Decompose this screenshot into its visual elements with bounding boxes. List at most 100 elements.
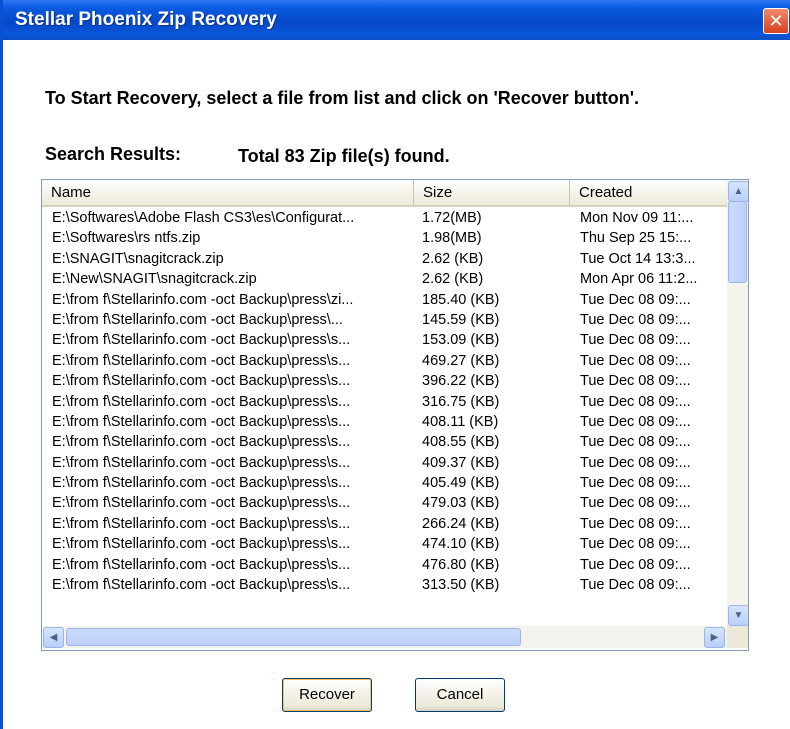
table-row[interactable]: E:\from f\Stellarinfo.com -oct Backup\pr… xyxy=(42,575,745,595)
column-header-created[interactable]: Created xyxy=(570,180,728,205)
cell-name: E:\from f\Stellarinfo.com -oct Backup\pr… xyxy=(52,515,351,532)
cell-created: Tue Dec 08 09:... xyxy=(580,577,691,594)
cell-created: Mon Nov 09 11:... xyxy=(580,210,694,226)
search-results-count: Total 83 Zip file(s) found. xyxy=(238,146,450,166)
cell-name: E:\from f\Stellarinfo.com -oct Backup\pr… xyxy=(52,291,354,308)
list-rows: E:\Softwares\Adobe Flash CS3\es\Configur… xyxy=(42,208,745,595)
cell-name: E:\from f\Stellarinfo.com -oct Backup\pr… xyxy=(52,332,351,349)
cell-size: 185.40 (KB) xyxy=(422,291,500,308)
cell-size: 1.98(MB) xyxy=(422,230,482,247)
table-row[interactable]: E:\from f\Stellarinfo.com -oct Backup\pr… xyxy=(42,473,745,493)
scroll-left-button[interactable]: ◀ xyxy=(43,627,64,648)
cell-name: E:\from f\Stellarinfo.com -oct Backup\pr… xyxy=(52,373,351,390)
vertical-scroll-thumb[interactable] xyxy=(728,201,747,283)
cell-size: 2.62 (KB) xyxy=(422,271,484,288)
cell-created: Tue Oct 14 13:3... xyxy=(580,250,696,267)
cell-name: E:\Softwares\rs ntfs.zip xyxy=(52,230,201,247)
window-title: Stellar Phoenix Zip Recovery xyxy=(15,9,277,30)
column-header-size[interactable]: Size xyxy=(414,180,570,205)
table-row[interactable]: E:\Softwares\Adobe Flash CS3\es\Configur… xyxy=(42,208,745,228)
cell-created: Tue Dec 08 09:... xyxy=(580,413,691,430)
table-row[interactable]: E:\from f\Stellarinfo.com -oct Backup\pr… xyxy=(42,412,745,432)
cell-name: E:\from f\Stellarinfo.com -oct Backup\pr… xyxy=(52,577,351,594)
cancel-button[interactable]: Cancel xyxy=(415,678,505,712)
chevron-right-icon: ▶ xyxy=(710,632,719,643)
cell-created: Tue Dec 08 09:... xyxy=(580,291,691,308)
cell-name: E:\from f\Stellarinfo.com -oct Backup\pr… xyxy=(52,495,351,512)
close-icon: ✕ xyxy=(768,11,784,31)
table-row[interactable]: E:\from f\Stellarinfo.com -oct Backup\pr… xyxy=(42,555,745,575)
table-row[interactable]: E:\from f\Stellarinfo.com -oct Backup\pr… xyxy=(42,493,745,513)
table-row[interactable]: E:\from f\Stellarinfo.com -oct Backup\pr… xyxy=(42,453,745,473)
table-row[interactable]: E:\from f\Stellarinfo.com -oct Backup\pr… xyxy=(42,371,745,391)
scroll-up-button[interactable]: ▲ xyxy=(728,181,748,202)
cell-name: E:\Softwares\Adobe Flash CS3\es\Configur… xyxy=(52,210,355,226)
cell-size: 153.09 (KB) xyxy=(422,332,500,349)
cell-created: Tue Dec 08 09:... xyxy=(580,475,691,492)
table-row[interactable]: E:\from f\Stellarinfo.com -oct Backup\pr… xyxy=(42,534,745,554)
scroll-right-button[interactable]: ▶ xyxy=(704,627,725,648)
table-row[interactable]: E:\from f\Stellarinfo.com -oct Backup\pr… xyxy=(42,514,745,534)
cell-name: E:\from f\Stellarinfo.com -oct Backup\pr… xyxy=(52,475,351,492)
results-list[interactable]: Name Size Created A E:\Softwares\Adobe F… xyxy=(41,179,749,651)
cell-name: E:\from f\Stellarinfo.com -oct Backup\pr… xyxy=(52,536,351,553)
cell-size: 408.11 (KB) xyxy=(422,413,499,430)
dialog-window: Stellar Phoenix Zip Recovery ✕ To Start … xyxy=(0,0,790,729)
table-row[interactable]: E:\from f\Stellarinfo.com -oct Backup\pr… xyxy=(42,351,745,371)
cell-size: 476.80 (KB) xyxy=(422,556,500,573)
table-row[interactable]: E:\from f\Stellarinfo.com -oct Backup\pr… xyxy=(42,290,745,310)
cell-name: E:\from f\Stellarinfo.com -oct Backup\pr… xyxy=(52,393,351,410)
cell-created: Tue Dec 08 09:... xyxy=(580,556,691,573)
cell-size: 405.49 (KB) xyxy=(422,475,500,492)
cell-name: E:\from f\Stellarinfo.com -oct Backup\pr… xyxy=(52,352,351,369)
cell-size: 316.75 (KB) xyxy=(422,393,500,410)
cell-size: 469.27 (KB) xyxy=(422,352,500,369)
cell-created: Tue Dec 08 09:... xyxy=(580,311,691,328)
cell-created: Tue Dec 08 09:... xyxy=(580,454,691,471)
cell-name: E:\from f\Stellarinfo.com -oct Backup\pr… xyxy=(52,413,351,430)
cell-size: 313.50 (KB) xyxy=(422,577,500,594)
chevron-up-icon: ▲ xyxy=(733,186,744,197)
cell-created: Tue Dec 08 09:... xyxy=(580,515,691,532)
list-header: Name Size Created A xyxy=(42,180,742,207)
scrollbar-corner xyxy=(727,626,748,648)
cell-name: E:\New\SNAGIT\snagitcrack.zip xyxy=(52,271,257,288)
cell-name: E:\from f\Stellarinfo.com -oct Backup\pr… xyxy=(52,434,351,451)
scroll-down-button[interactable]: ▼ xyxy=(728,605,748,626)
cell-created: Tue Dec 08 09:... xyxy=(580,536,691,553)
cell-size: 145.59 (KB) xyxy=(422,311,500,328)
table-row[interactable]: E:\Softwares\rs ntfs.zip 1.98(MB) Thu Sep … xyxy=(42,228,745,248)
title-bar[interactable]: Stellar Phoenix Zip Recovery ✕ xyxy=(3,0,790,40)
cell-size: 1.72(MB) xyxy=(422,210,482,226)
cell-created: Tue Dec 08 09:... xyxy=(580,373,691,390)
cell-size: 266.24 (KB) xyxy=(422,515,500,532)
table-row[interactable]: E:\SNAGIT\snagitcrack.zip 2.62 (KB) Tue Oc… xyxy=(42,249,745,269)
cell-created: Mon Apr 06 11:2... xyxy=(580,271,698,288)
cell-created: Tue Dec 08 09:... xyxy=(580,495,691,512)
cell-created: Tue Dec 08 09:... xyxy=(580,434,691,451)
cell-created: Tue Dec 08 09:... xyxy=(580,393,691,410)
cell-size: 396.22 (KB) xyxy=(422,373,500,390)
chevron-down-icon: ▼ xyxy=(733,610,744,621)
cell-name: E:\from f\Stellarinfo.com -oct Backup\pr… xyxy=(52,556,351,573)
close-button[interactable]: ✕ xyxy=(763,8,789,34)
cell-size: 479.03 (KB) xyxy=(422,495,500,512)
cell-size: 408.55 (KB) xyxy=(422,434,500,451)
cell-created: Thu Sep 25 15:... xyxy=(580,230,692,247)
cell-name: E:\SNAGIT\snagitcrack.zip xyxy=(52,250,224,267)
instruction-text: To Start Recovery, select a file from li… xyxy=(45,88,640,108)
table-row[interactable]: E:\New\SNAGIT\snagitcrack.zip 2.62 (KB) Mo… xyxy=(42,269,745,289)
column-header-name[interactable]: Name xyxy=(42,180,414,205)
vertical-scrollbar[interactable]: ▲ ▼ xyxy=(727,180,748,626)
recover-button[interactable]: Recover xyxy=(282,678,372,712)
table-row[interactable]: E:\from f\Stellarinfo.com -oct Backup\pr… xyxy=(42,432,745,452)
horizontal-scroll-thumb[interactable] xyxy=(66,628,521,646)
cell-size: 474.10 (KB) xyxy=(422,536,500,553)
horizontal-scrollbar[interactable]: ◀ ▶ xyxy=(42,626,727,648)
table-row[interactable]: E:\from f\Stellarinfo.com -oct Backup\pr… xyxy=(42,392,745,412)
table-row[interactable]: E:\from f\Stellarinfo.com -oct Backup\pr… xyxy=(42,310,745,330)
cell-created: Tue Dec 08 09:... xyxy=(580,352,691,369)
cell-size: 409.37 (KB) xyxy=(422,454,500,471)
table-row[interactable]: E:\from f\Stellarinfo.com -oct Backup\pr… xyxy=(42,330,745,350)
cell-name: E:\from f\Stellarinfo.com -oct Backup\pr… xyxy=(52,311,343,328)
